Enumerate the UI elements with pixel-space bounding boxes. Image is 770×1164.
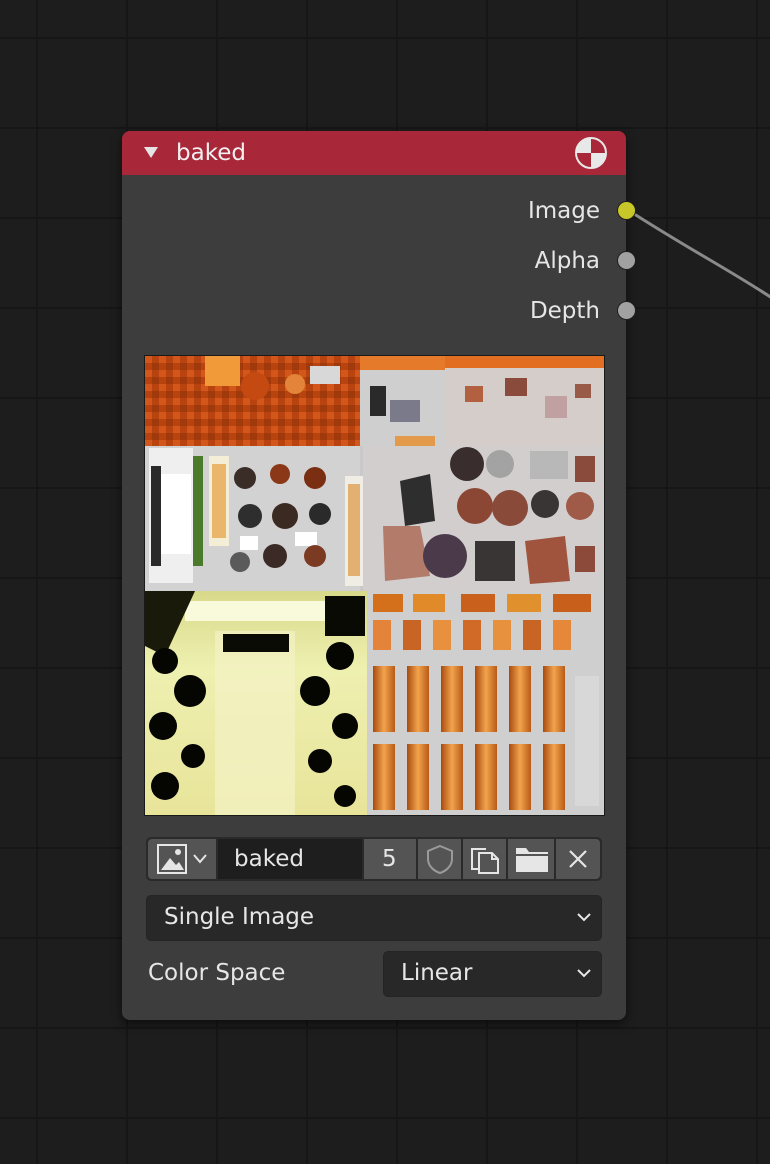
output-image: Image xyxy=(122,196,636,226)
output-alpha-socket[interactable] xyxy=(617,251,636,270)
node-header[interactable]: baked xyxy=(122,131,626,175)
image-name: baked xyxy=(234,846,304,872)
chevron-down-icon xyxy=(577,913,591,922)
output-depth: Depth xyxy=(122,296,636,326)
output-image-label: Image xyxy=(527,198,600,224)
image-texture-node-icon xyxy=(575,137,607,169)
color-space-value: Linear xyxy=(401,960,473,986)
image-source-dropdown[interactable]: Single Image xyxy=(146,895,602,941)
close-icon xyxy=(569,850,587,868)
shield-icon xyxy=(427,844,453,875)
duplicate-button[interactable] xyxy=(463,839,506,879)
image-selector: baked 5 xyxy=(146,837,602,881)
color-space-label: Color Space xyxy=(148,960,286,986)
image-texture-node[interactable]: baked Image Alpha Depth baked 5 Single I… xyxy=(122,131,636,1020)
output-depth-socket[interactable] xyxy=(617,301,636,320)
users-count: 5 xyxy=(382,846,397,872)
triangle-down-icon[interactable] xyxy=(144,147,158,158)
node-editor-canvas[interactable]: baked Image Alpha Depth baked 5 Single I… xyxy=(0,0,770,1164)
image-name-field[interactable]: baked xyxy=(218,839,362,879)
fake-user-button[interactable] xyxy=(418,839,461,879)
output-alpha: Alpha xyxy=(122,246,636,276)
open-image-button[interactable] xyxy=(508,839,554,879)
image-browse-icon xyxy=(157,844,207,874)
color-space-dropdown[interactable]: Linear xyxy=(383,951,602,997)
unlink-image-button[interactable] xyxy=(556,839,600,879)
chevron-down-icon xyxy=(577,969,591,978)
folder-icon xyxy=(516,848,548,872)
output-alpha-label: Alpha xyxy=(534,248,600,274)
output-depth-label: Depth xyxy=(529,298,600,324)
node-title: baked xyxy=(176,140,246,166)
users-count-button[interactable]: 5 xyxy=(364,839,416,879)
output-image-socket[interactable] xyxy=(617,201,636,220)
browse-image-button[interactable] xyxy=(148,839,216,879)
duplicate-icon xyxy=(471,848,499,874)
image-source-value: Single Image xyxy=(164,904,315,930)
image-preview xyxy=(144,355,605,816)
